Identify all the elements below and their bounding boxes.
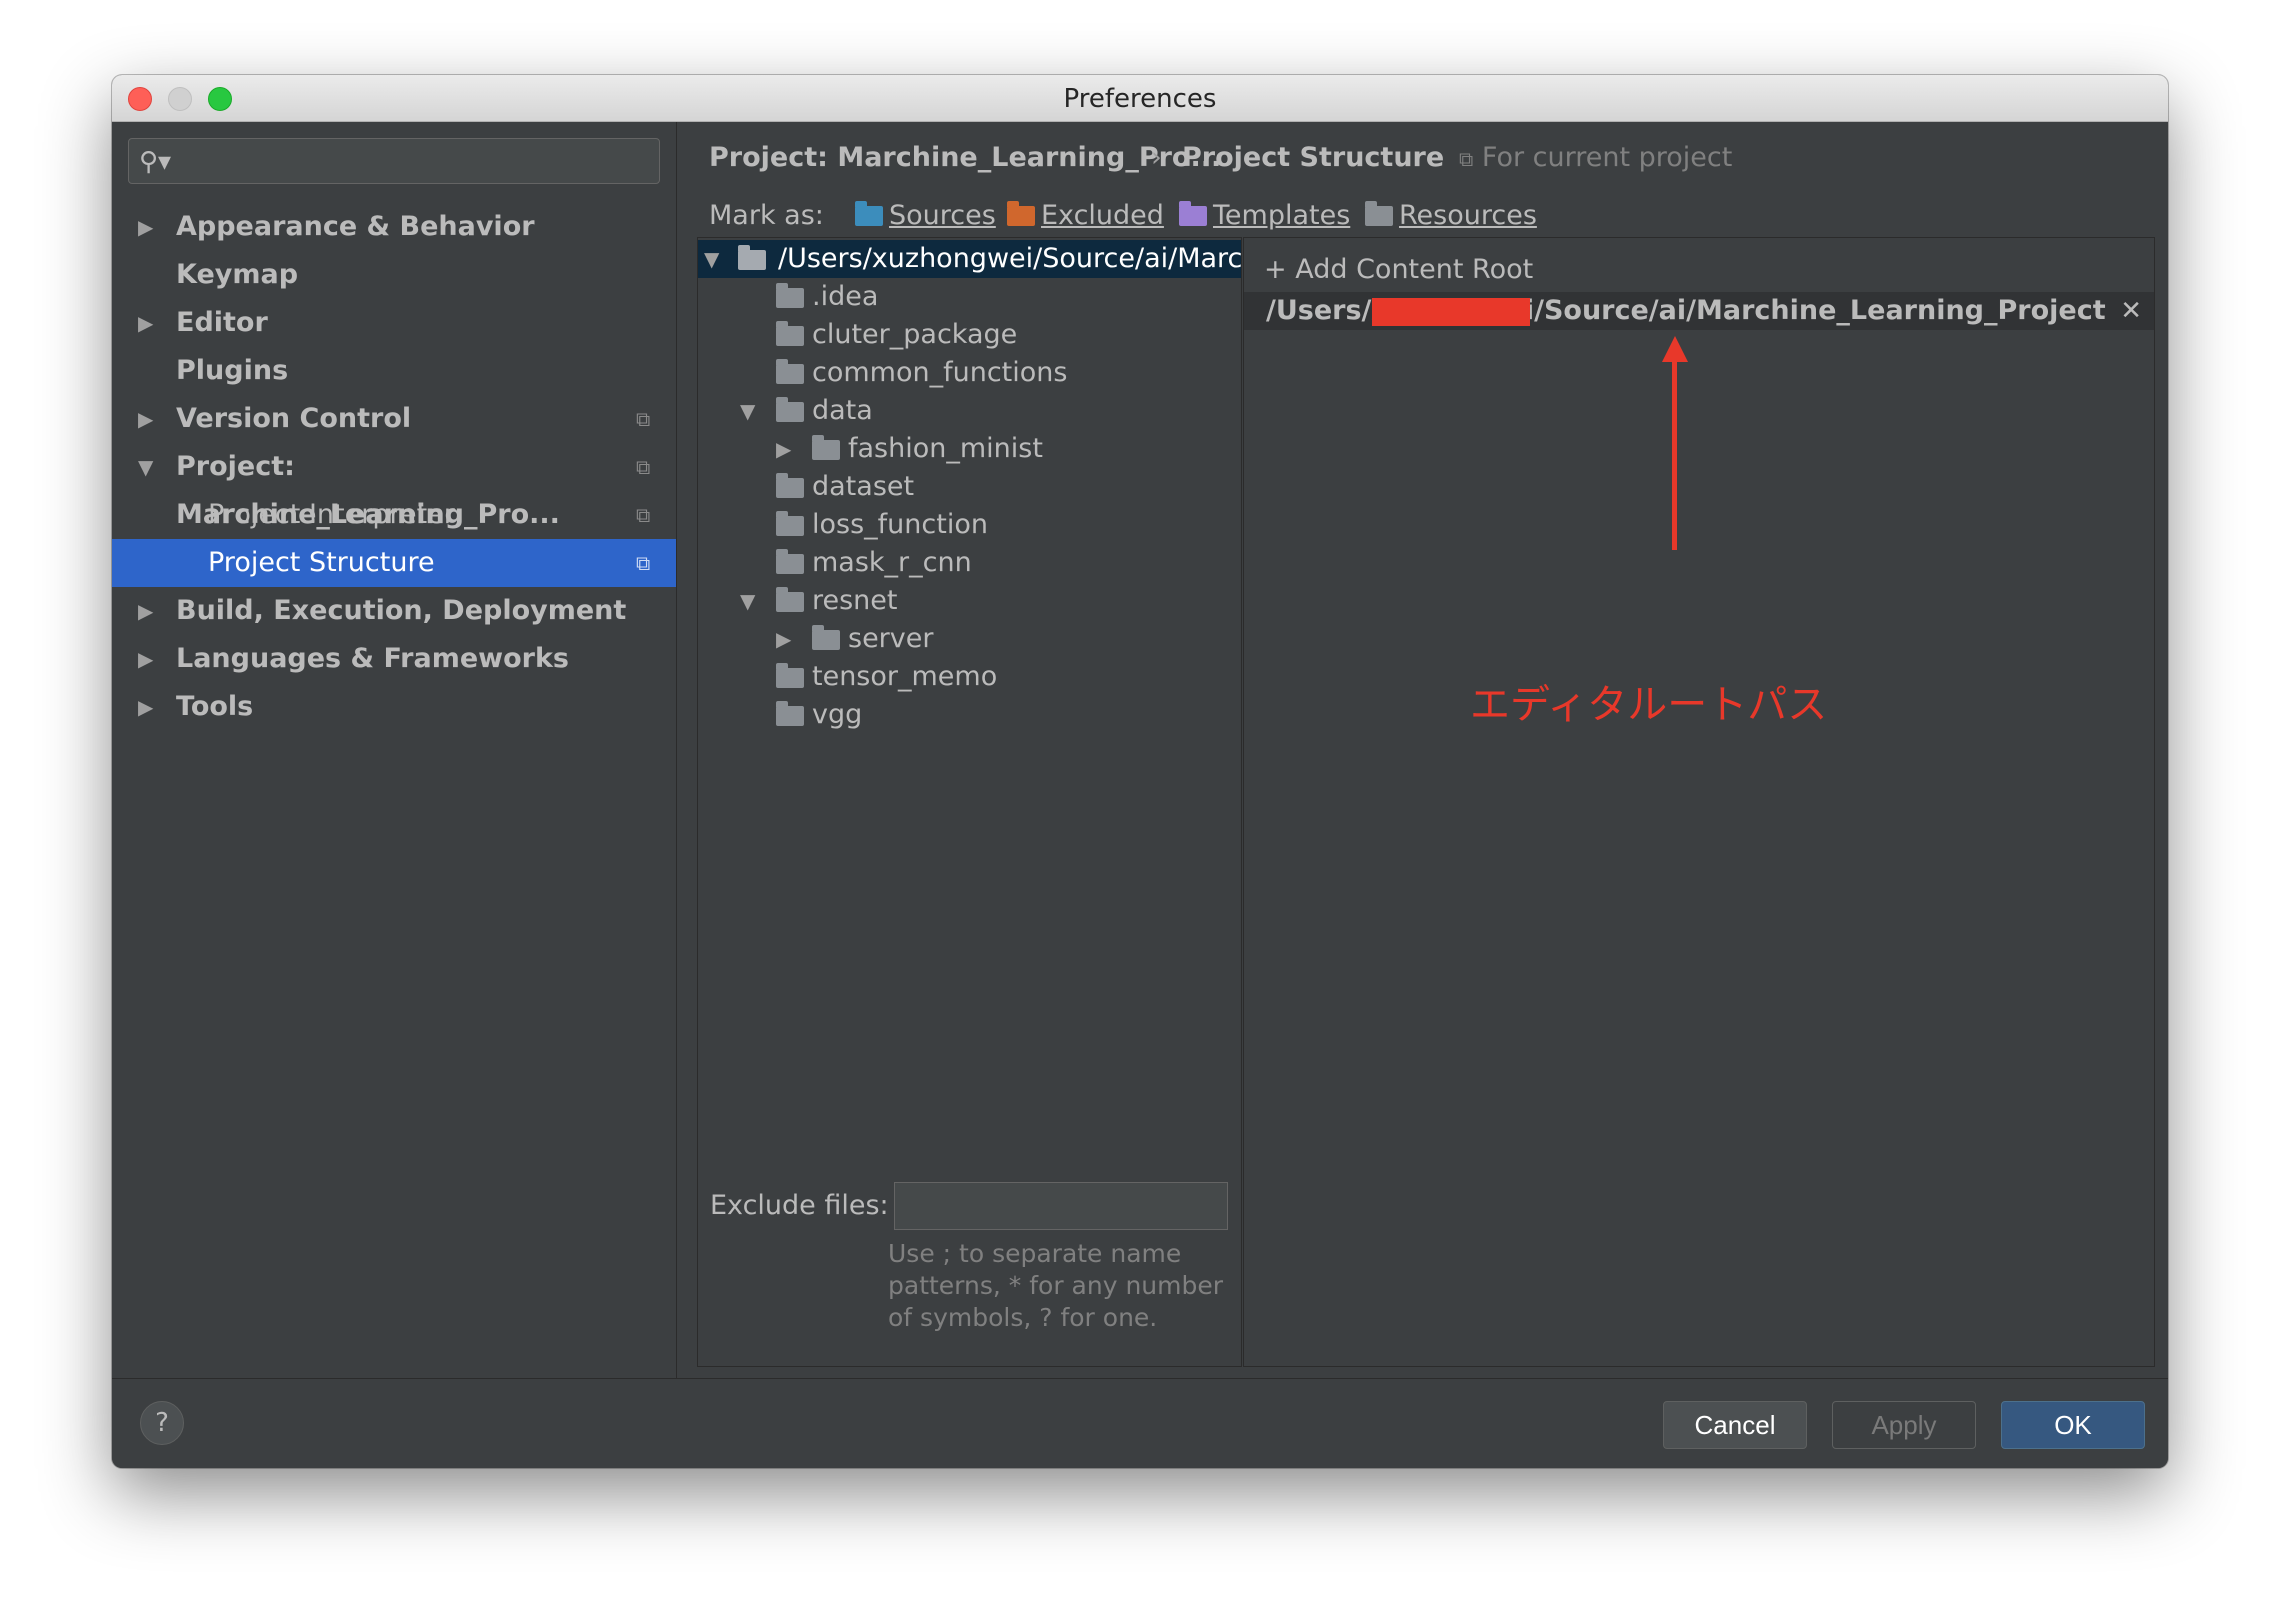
tree-item-loss-function[interactable]: loss_function — [698, 506, 1241, 544]
tree-item-fashion-minist[interactable]: ▶ fashion_minist — [698, 430, 1241, 468]
tree-item-mask-r-cnn[interactable]: mask_r_cnn — [698, 544, 1241, 582]
sidebar-item-version-control[interactable]: ▶ Version Control ⧉ — [112, 395, 676, 443]
expand-arrow-icon[interactable]: ▶ — [138, 299, 153, 347]
tree-item-resnet[interactable]: ▼ resnet — [698, 582, 1241, 620]
mark-as-label: Mark as: — [709, 196, 824, 236]
project-structure-panel: Project: Marchine_Learning_Pro... › Proj… — [677, 122, 2168, 1378]
help-button[interactable]: ? — [140, 1401, 184, 1445]
tree-item-dataset[interactable]: dataset — [698, 468, 1241, 506]
folder-icon — [776, 516, 804, 536]
content-root-row[interactable]: /Users/xi/Source/ai/Marchine_Learning_Pr… — [1244, 292, 2154, 330]
tree-item-server[interactable]: ▶ server — [698, 620, 1241, 658]
mark-templates-button[interactable]: Templates — [1179, 196, 1350, 236]
expand-arrow-icon[interactable]: ▶ — [138, 683, 153, 731]
tree-item-data[interactable]: ▼ data — [698, 392, 1241, 430]
expand-arrow-icon[interactable]: ▶ — [138, 203, 153, 251]
tree-item-idea[interactable]: .idea — [698, 278, 1241, 316]
folder-icon — [812, 630, 840, 650]
tree-root[interactable]: ▼ /Users/xuzhongwei/Source/ai/Marchine_L… — [698, 240, 1241, 278]
folder-icon — [776, 478, 804, 498]
settings-search-input[interactable]: ⚲▾ — [128, 138, 660, 184]
expand-arrow-icon[interactable]: ▶ — [776, 430, 791, 468]
ok-button[interactable]: OK — [2001, 1401, 2145, 1449]
exclude-files-hint: Use ; to separate name patterns, * for a… — [888, 1238, 1238, 1334]
annotation-arrow — [1672, 358, 1677, 550]
exclude-files-label: Exclude files: — [710, 1190, 889, 1221]
plus-icon: + — [1264, 254, 1287, 285]
content-roots-pane: + Add Content Root /Users/xi/Source/ai/M… — [1243, 237, 2155, 1367]
collapse-arrow-icon[interactable]: ▼ — [740, 582, 755, 620]
project-scope-icon: ⧉ — [636, 539, 650, 587]
settings-sidebar: ⚲▾ ▶ Appearance & Behavior Keymap ▶ Edit… — [112, 122, 677, 1378]
title-bar: Preferences — [112, 75, 2168, 122]
mark-excluded-button[interactable]: Excluded — [1007, 196, 1164, 236]
window-title: Preferences — [112, 84, 2168, 114]
sidebar-item-tools[interactable]: ▶ Tools — [112, 683, 676, 731]
annotation-label: エディタルートパス — [1470, 672, 1827, 730]
scope-indicator: ⧉ For current project — [1459, 138, 1732, 178]
search-icon: ⚲▾ — [139, 147, 171, 177]
sidebar-item-plugins[interactable]: Plugins — [112, 347, 676, 395]
collapse-arrow-icon[interactable]: ▼ — [138, 443, 153, 491]
folder-icon — [812, 440, 840, 460]
folder-icon — [776, 554, 804, 574]
collapse-arrow-icon[interactable]: ▼ — [740, 392, 755, 430]
breadcrumb-project[interactable]: Project: Marchine_Learning_Pro... — [709, 138, 1221, 178]
sidebar-item-keymap[interactable]: Keymap — [112, 251, 676, 299]
add-content-root-button[interactable]: + Add Content Root — [1264, 250, 1533, 290]
collapse-arrow-icon[interactable]: ▼ — [704, 240, 719, 278]
sidebar-item-build-execution-deployment[interactable]: ▶ Build, Execution, Deployment — [112, 587, 676, 635]
expand-arrow-icon[interactable]: ▶ — [138, 635, 153, 683]
tree-item-common-functions[interactable]: common_functions — [698, 354, 1241, 392]
project-scope-icon: ⧉ — [636, 395, 650, 443]
expand-arrow-icon[interactable]: ▶ — [138, 587, 153, 635]
sidebar-item-editor[interactable]: ▶ Editor — [112, 299, 676, 347]
folder-tree: ▼ /Users/xuzhongwei/Source/ai/Marchine_L… — [697, 237, 1242, 1367]
project-scope-icon: ⧉ — [636, 491, 650, 539]
folder-icon — [776, 668, 804, 688]
tree-item-vgg[interactable]: vgg — [698, 696, 1241, 734]
sources-folder-icon — [855, 206, 883, 226]
project-scope-icon: ⧉ — [1459, 147, 1473, 171]
dialog-footer: ? Cancel Apply OK — [112, 1378, 2168, 1468]
preferences-window: Preferences ⚲▾ ▶ Appearance & Behavior K… — [112, 75, 2168, 1468]
sidebar-item-project[interactable]: ▼ Project: Marchine_Learning_Pro... ⧉ — [112, 443, 676, 491]
expand-arrow-icon[interactable]: ▶ — [138, 395, 153, 443]
breadcrumb-page: Project Structure — [1182, 138, 1444, 178]
folder-icon — [738, 250, 766, 270]
sidebar-item-project-structure[interactable]: Project Structure ⧉ — [112, 539, 676, 587]
tree-item-cluter-package[interactable]: cluter_package — [698, 316, 1241, 354]
folder-icon — [776, 592, 804, 612]
redaction-mark — [1372, 298, 1530, 326]
remove-content-root-icon[interactable]: ✕ — [2120, 292, 2142, 330]
sidebar-item-project-interpreter[interactable]: Project Interpreter ⧉ — [112, 491, 676, 539]
sidebar-item-appearance-behavior[interactable]: ▶ Appearance & Behavior — [112, 203, 676, 251]
folder-icon — [776, 364, 804, 384]
breadcrumb-separator: › — [1151, 138, 1162, 178]
templates-folder-icon — [1179, 206, 1207, 226]
mark-sources-button[interactable]: Sources — [855, 196, 996, 236]
folder-icon — [776, 326, 804, 346]
sidebar-item-languages-frameworks[interactable]: ▶ Languages & Frameworks — [112, 635, 676, 683]
cancel-button[interactable]: Cancel — [1663, 1401, 1807, 1449]
excluded-folder-icon — [1007, 206, 1035, 226]
expand-arrow-icon[interactable]: ▶ — [776, 620, 791, 658]
folder-icon — [776, 288, 804, 308]
project-scope-icon: ⧉ — [636, 443, 650, 491]
tree-item-tensor-memo[interactable]: tensor_memo — [698, 658, 1241, 696]
folder-icon — [776, 402, 804, 422]
resources-folder-icon — [1365, 206, 1393, 226]
exclude-files-input[interactable] — [894, 1182, 1228, 1230]
mark-resources-button[interactable]: Resources — [1365, 196, 1537, 236]
apply-button[interactable]: Apply — [1832, 1401, 1976, 1449]
folder-icon — [776, 706, 804, 726]
